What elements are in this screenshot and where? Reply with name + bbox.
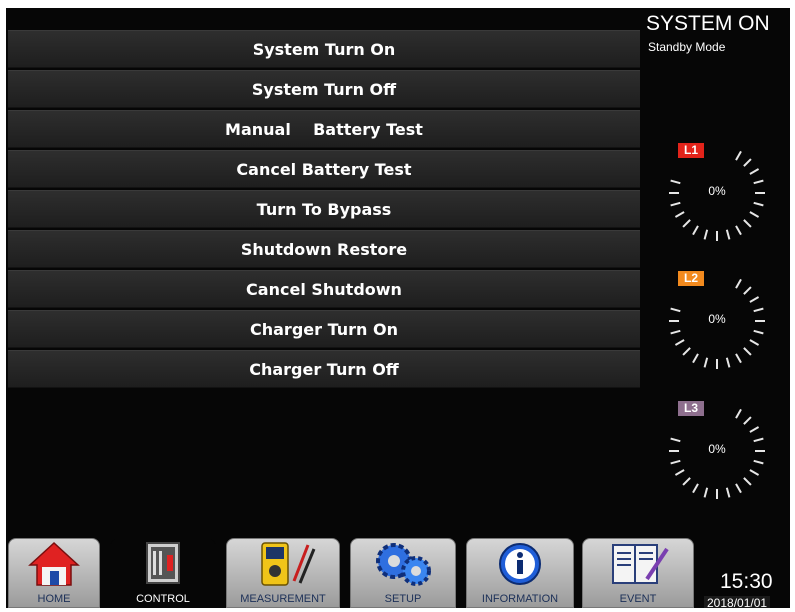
tab-control[interactable]: CONTROL xyxy=(110,538,216,608)
system-turn-off-button[interactable]: System Turn Off xyxy=(8,70,640,108)
tab-label: MEASUREMENT xyxy=(240,593,326,605)
tab-label: SETUP xyxy=(384,593,422,605)
ups-screen: System Turn On System Turn Off Manual Ba… xyxy=(6,8,790,608)
tab-event[interactable]: EVENT xyxy=(582,538,694,608)
menu-label: Charger Turn On xyxy=(250,319,398,339)
shutdown-restore-button[interactable]: Shutdown Restore xyxy=(8,230,640,268)
event-log-icon xyxy=(612,544,669,584)
tab-label: INFORMATION xyxy=(481,593,559,605)
load-percent-l2: 0% xyxy=(708,312,726,326)
charger-turn-off-button[interactable]: Charger Turn Off xyxy=(8,350,640,388)
menu-label: Manual Battery Test xyxy=(225,119,423,139)
tab-setup[interactable]: SETUP xyxy=(350,538,456,608)
control-menu: System Turn On System Turn Off Manual Ba… xyxy=(8,30,640,390)
menu-label: Turn To Bypass xyxy=(256,199,392,219)
system-status-title: SYSTEM ON xyxy=(646,12,770,35)
gears-icon xyxy=(376,543,431,586)
clock-time: 15:30 xyxy=(720,570,773,593)
bottom-navigation: HOME CONTROL MEASUREMENT SETUP INFORMATI… xyxy=(6,530,790,608)
tab-label: EVENT xyxy=(619,593,657,605)
control-panel-icon xyxy=(146,542,180,584)
menu-label: Shutdown Restore xyxy=(240,239,408,259)
load-percent-l1: 0% xyxy=(708,184,726,198)
menu-label: Cancel Shutdown xyxy=(246,279,402,299)
menu-label: System Turn Off xyxy=(251,79,397,99)
multimeter-icon xyxy=(261,542,316,586)
menu-label: System Turn On xyxy=(252,39,396,59)
tab-measurement[interactable]: MEASUREMENT xyxy=(226,538,340,608)
tab-home[interactable]: HOME xyxy=(8,538,100,608)
clock-date: 2018/01/01 xyxy=(704,596,771,608)
phase-badge-l3: L3 xyxy=(678,401,704,416)
tab-information[interactable]: INFORMATION xyxy=(466,538,574,608)
home-icon xyxy=(28,541,80,586)
turn-to-bypass-button[interactable]: Turn To Bypass xyxy=(8,190,640,228)
manual-battery-test-button[interactable]: Manual Battery Test xyxy=(8,110,640,148)
cancel-shutdown-button[interactable]: Cancel Shutdown xyxy=(8,270,640,308)
system-turn-on-button[interactable]: System Turn On xyxy=(8,30,640,68)
load-gauge-l1: L1 0% xyxy=(662,138,772,248)
charger-turn-on-button[interactable]: Charger Turn On xyxy=(8,310,640,348)
tab-label: CONTROL xyxy=(136,593,190,605)
load-percent-l3: 0% xyxy=(708,442,726,456)
phase-badge-l1: L1 xyxy=(678,143,704,158)
load-gauge-l3: L3 0% xyxy=(662,396,772,506)
tab-label: HOME xyxy=(37,593,71,605)
info-icon xyxy=(499,543,541,585)
menu-label: Charger Turn Off xyxy=(249,359,399,379)
menu-label: Cancel Battery Test xyxy=(236,159,412,179)
cancel-battery-test-button[interactable]: Cancel Battery Test xyxy=(8,150,640,188)
phase-badge-l2: L2 xyxy=(678,271,704,286)
system-mode-text: Standby Mode xyxy=(648,40,726,54)
load-gauge-l2: L2 0% xyxy=(662,266,772,376)
